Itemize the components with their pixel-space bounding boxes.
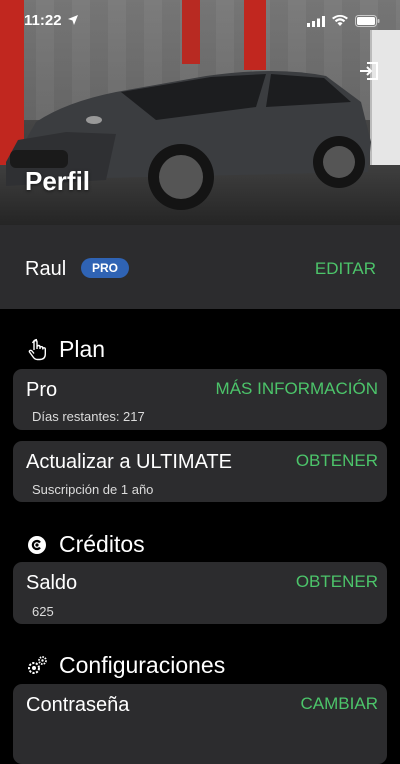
get-credits-button[interactable]: OBTENER: [296, 572, 378, 592]
edit-button[interactable]: EDITAR: [315, 259, 376, 279]
plan-heading: Plan: [59, 336, 106, 362]
gears-icon: [28, 655, 47, 674]
exit-icon[interactable]: [358, 60, 380, 82]
wifi-icon: [332, 15, 348, 26]
status-bar: 11:22: [0, 12, 400, 32]
upgrade-title: Actualizar a ULTIMATE: [26, 451, 232, 473]
page-title: Perfil: [25, 166, 91, 196]
plan-pro-card: Pro MÁS INFORMACIÓN Días restantes: 217: [13, 369, 387, 430]
red-pillar: [244, 0, 266, 70]
subscription-duration: Suscripción de 1 año: [32, 482, 154, 497]
battery-icon: [355, 15, 380, 27]
status-time: 11:22: [24, 12, 62, 29]
balance-card: Saldo OBTENER 625: [13, 562, 387, 624]
password-title: Contraseña: [26, 694, 130, 716]
get-ultimate-button[interactable]: OBTENER: [296, 451, 378, 471]
balance-value: 625: [32, 604, 54, 619]
credits-section-heading: Créditos: [25, 531, 145, 558]
plan-section-heading: Plan: [25, 336, 105, 363]
header-photo: 11:22 Perfil: [0, 0, 400, 225]
change-password-button[interactable]: CAMBIAR: [301, 694, 378, 714]
credit-coin-icon: [28, 535, 46, 554]
days-remaining: Días restantes: 217: [32, 409, 145, 424]
red-pillar: [182, 0, 200, 64]
profile-row: Raul EDITAR: [0, 225, 400, 309]
hand-pointer-icon: [28, 338, 46, 360]
settings-heading: Configuraciones: [59, 652, 226, 678]
settings-section-heading: Configuraciones: [25, 652, 225, 679]
credits-heading: Créditos: [59, 531, 145, 557]
more-info-button[interactable]: MÁS INFORMACIÓN: [216, 379, 378, 399]
location-arrow-icon: [68, 15, 78, 25]
plan-name: Pro: [26, 379, 58, 401]
pro-badge: PRO: [81, 258, 129, 278]
upgrade-card: Actualizar a ULTIMATE OBTENER Suscripció…: [13, 441, 387, 502]
balance-title: Saldo: [26, 572, 78, 594]
password-card: Contraseña CAMBIAR: [13, 684, 387, 764]
signal-icon: [307, 15, 325, 27]
profile-name: Raul: [25, 258, 67, 280]
